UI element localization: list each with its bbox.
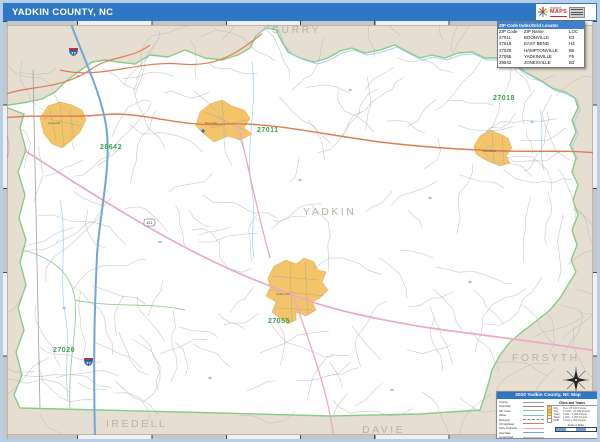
legend-line-sample xyxy=(523,402,544,403)
davie-county-label: DAVIE xyxy=(362,424,405,436)
scale-bar: Scale in Miles xyxy=(555,424,597,432)
zip-index-table: ZIP Code Index/Grid Locator ZIP Code ZIP… xyxy=(497,21,585,68)
iredell-county-label: IREDELL xyxy=(106,418,167,430)
yadkin-county-label: YADKIN xyxy=(303,206,356,218)
legend-road-items: County Township ZIP Code Water Railroad … xyxy=(499,401,544,439)
map-canvas: 77 77 421 Jonesville Boonville East Bend… xyxy=(3,21,597,439)
zip-row-cell: JONESVILLE xyxy=(524,60,569,66)
city-swatch xyxy=(547,418,552,423)
forsyth-county-label: FORSYTH xyxy=(512,352,580,364)
zip-label-28642: 28642 xyxy=(100,144,122,151)
zip-row-cell: B3 xyxy=(569,60,582,66)
svg-text:Jonesville: Jonesville xyxy=(47,121,61,125)
grid-ruler-left xyxy=(3,21,7,439)
surry-county-label: SURRY xyxy=(272,24,321,36)
legend-cities-header: Cities and Towns xyxy=(547,401,597,406)
svg-text:77: 77 xyxy=(71,51,77,55)
title-bar: YADKIN COUNTY, NC market MAPS xyxy=(3,3,597,21)
svg-text:Yadkinville: Yadkinville xyxy=(276,292,290,296)
legend-title: 2010 Yadkin County, NC Map xyxy=(497,392,597,399)
map-poster-frame: YADKIN COUNTY, NC market MAPS xyxy=(0,0,600,442)
base-map-svg: 77 77 421 Jonesville Boonville East Bend… xyxy=(3,21,597,439)
page-title: YADKIN COUNTY, NC xyxy=(3,7,113,18)
publisher-badge xyxy=(569,7,585,18)
zip-label-27011: 27011 xyxy=(257,127,279,134)
zip-table-grid: ZIP Code ZIP Name LOC 27011 BOONVILLE E3… xyxy=(498,29,584,67)
legend-line-sample xyxy=(523,415,544,416)
brand-bottom-text: MAPS xyxy=(550,10,567,15)
marketmaps-star-icon xyxy=(538,7,548,17)
compass-rose-icon xyxy=(563,367,589,393)
us-421-shield: 421 xyxy=(144,219,155,226)
legend-line-sample xyxy=(523,428,544,429)
legend-line-sample xyxy=(523,419,544,420)
legend-line-sample xyxy=(523,406,544,407)
svg-text:421: 421 xyxy=(146,221,152,225)
svg-text:East Bend: East Bend xyxy=(483,149,496,153)
zip-label-27018: 27018 xyxy=(493,95,515,102)
grid-ruler-right xyxy=(593,21,597,439)
legend-line-sample xyxy=(523,432,544,433)
zip-label-27020: 27020 xyxy=(53,347,75,354)
brand-wordmark: market MAPS xyxy=(550,7,567,18)
map-legend: 2010 Yadkin County, NC Map County Townsh… xyxy=(496,391,597,439)
legend-cities-column: Cities and Towns CityOver 25,000 People … xyxy=(544,401,597,439)
svg-text:77: 77 xyxy=(86,361,92,365)
legend-item-label: Local Road xyxy=(499,435,513,439)
legend-body: County Township ZIP Code Water Railroad … xyxy=(497,399,597,439)
zip-label-27055: 27055 xyxy=(268,318,290,325)
scale-bar-graphic xyxy=(555,427,597,432)
svg-text:Boonville: Boonville xyxy=(205,121,217,125)
zip-row-cell: 28642 xyxy=(499,60,524,66)
legend-line-sample xyxy=(523,410,544,411)
legend-line-sample xyxy=(523,423,544,424)
zip-table-title: ZIP Code Index/Grid Locator xyxy=(498,22,584,29)
marketmaps-logo: market MAPS xyxy=(536,4,596,20)
legend-line-sample xyxy=(523,437,544,438)
